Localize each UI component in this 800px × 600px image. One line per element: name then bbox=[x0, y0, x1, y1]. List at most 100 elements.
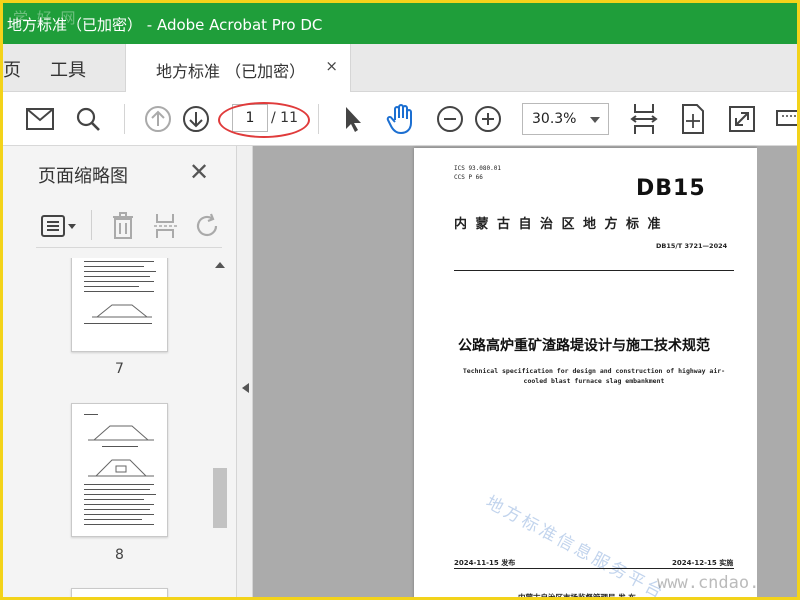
thumbnail-list: 7 8 bbox=[36, 258, 208, 597]
rotate-icon[interactable] bbox=[194, 212, 222, 240]
panel-title: 页面缩略图 bbox=[38, 166, 128, 187]
minus-circle-icon bbox=[437, 106, 463, 132]
panel-collapse-strip[interactable] bbox=[237, 146, 253, 597]
keyboard-icon bbox=[776, 110, 797, 126]
issuing-region: 内蒙古自治区地方标准 bbox=[454, 217, 670, 232]
zoom-select[interactable]: 30.3% bbox=[522, 103, 609, 135]
select-tool-button[interactable] bbox=[335, 102, 369, 136]
tab-tools[interactable]: 工具 bbox=[50, 56, 86, 82]
search-icon bbox=[76, 107, 100, 131]
page-thumbnail[interactable] bbox=[71, 588, 168, 597]
pdf-page: ICS 93.080.01 CCS P 66 DB15 内蒙古自治区地方标准 D… bbox=[414, 148, 757, 600]
previous-page-button[interactable] bbox=[141, 102, 175, 136]
zoom-out-button[interactable] bbox=[433, 102, 467, 136]
title-bar: 学 好 网 地方标准（已加密） - Adobe Acrobat Pro DC bbox=[3, 3, 797, 44]
arrow-down-circle-icon bbox=[183, 106, 209, 132]
panel-close-button[interactable]: ✕ bbox=[189, 158, 209, 186]
thumb-text-line bbox=[84, 291, 154, 292]
hand-tool-button[interactable] bbox=[384, 102, 418, 136]
window-title: 地方标准（已加密） - Adobe Acrobat Pro DC bbox=[7, 16, 323, 34]
thumbnails-panel: 页面缩略图 ✕ 7 8 bbox=[3, 146, 237, 597]
app-window: 学 好 网 地方标准（已加密） - Adobe Acrobat Pro DC 页… bbox=[0, 0, 800, 600]
page-split-icon[interactable] bbox=[153, 212, 179, 240]
page-watermark: 地方标准信息服务平台 bbox=[482, 492, 669, 600]
thumb-text-line bbox=[102, 446, 138, 447]
standard-code: DB15 bbox=[636, 176, 706, 201]
hand-icon bbox=[386, 104, 412, 134]
issuer: 内蒙古自治区市场监督管理局 发 布 bbox=[518, 593, 636, 600]
thumb-text-line bbox=[84, 271, 156, 272]
expand-icon bbox=[729, 106, 755, 132]
thumb-text-line bbox=[84, 524, 154, 525]
toolbar-separator bbox=[124, 104, 125, 134]
implementation-date: 2024-12-15 实施 bbox=[672, 559, 734, 567]
zoom-value: 30.3% bbox=[532, 111, 577, 127]
thumb-text-line bbox=[84, 489, 150, 490]
thumb-text-line bbox=[84, 514, 154, 515]
rotate-view-button[interactable] bbox=[676, 102, 710, 136]
keyboard-button[interactable] bbox=[773, 102, 797, 136]
thumb-text-line bbox=[84, 276, 150, 277]
thumb-text-line bbox=[84, 323, 152, 324]
panel-toolbar bbox=[36, 204, 222, 248]
fit-page-button[interactable] bbox=[627, 102, 661, 136]
thumb-text-line bbox=[84, 509, 150, 510]
page-number-label: 7 bbox=[115, 361, 124, 377]
document-view[interactable]: ICS 93.080.01 CCS P 66 DB15 内蒙古自治区地方标准 D… bbox=[253, 146, 797, 600]
page-number-label: 8 bbox=[115, 547, 124, 563]
tab-home[interactable]: 页 bbox=[3, 56, 21, 82]
release-date: 2024-11-15 发布 bbox=[454, 559, 516, 567]
page-thumbnail[interactable] bbox=[71, 403, 168, 537]
toolbar: 1 / 11 30.3% bbox=[3, 92, 797, 146]
divider-line bbox=[454, 568, 734, 569]
cursor-arrow-icon bbox=[346, 107, 361, 132]
thumb-figure bbox=[88, 425, 154, 441]
scroll-up-icon[interactable] bbox=[215, 262, 225, 268]
document-scroll-area[interactable] bbox=[757, 146, 797, 597]
scrollbar-thumb[interactable] bbox=[213, 468, 227, 528]
divider-line bbox=[454, 270, 734, 271]
chinese-title: 公路高炉重矿渣路堤设计与施工技术规范 bbox=[458, 338, 710, 354]
zoom-in-button[interactable] bbox=[471, 102, 505, 136]
email-button[interactable] bbox=[23, 102, 57, 136]
ccs-code: CCS P 66 bbox=[454, 174, 483, 181]
tab-close-button[interactable]: × bbox=[325, 57, 338, 75]
thumb-text-line bbox=[84, 414, 98, 415]
thumb-text-line bbox=[84, 499, 144, 500]
tab-document[interactable]: 地方标准 （已加密） × bbox=[125, 44, 351, 92]
page-move-icon bbox=[682, 104, 704, 134]
english-title-line: cooled blast furnace slag embankment bbox=[523, 377, 665, 385]
thumb-text-line bbox=[84, 504, 154, 505]
page-thumbnail[interactable] bbox=[71, 258, 168, 352]
thumb-text-line bbox=[84, 519, 142, 520]
thumb-figure bbox=[88, 459, 154, 477]
corner-watermark: www.cndao. bbox=[657, 573, 760, 593]
thumb-text-line bbox=[84, 286, 139, 287]
page-counter-highlight bbox=[218, 102, 310, 138]
thumb-text-line bbox=[84, 261, 154, 262]
fullscreen-button[interactable] bbox=[725, 102, 759, 136]
thumb-text-line bbox=[84, 494, 156, 495]
english-title-line: Technical specification for design and c… bbox=[462, 367, 726, 375]
thumb-text-line bbox=[84, 484, 154, 485]
search-button[interactable] bbox=[71, 102, 105, 136]
tab-bar: 页 工具 地方标准 （已加密） × bbox=[3, 44, 797, 92]
thumbnail-scrollbar[interactable] bbox=[211, 258, 229, 597]
thumb-text-line bbox=[84, 281, 154, 282]
standard-number: DB15/T 3721—2024 bbox=[656, 242, 728, 250]
arrow-up-circle-icon bbox=[145, 106, 171, 132]
envelope-icon bbox=[26, 108, 54, 130]
thumb-text-line bbox=[84, 266, 144, 267]
thumb-figure bbox=[92, 304, 152, 318]
plus-circle-icon bbox=[475, 106, 501, 132]
options-menu-icon[interactable] bbox=[40, 214, 78, 238]
chevron-down-icon bbox=[590, 117, 600, 123]
collapse-left-icon[interactable] bbox=[242, 383, 249, 393]
trash-icon[interactable] bbox=[112, 212, 134, 240]
ics-code: ICS 93.080.01 bbox=[454, 165, 501, 172]
english-title: Technical specification for design and c… bbox=[454, 366, 734, 386]
next-page-button[interactable] bbox=[179, 102, 213, 136]
toolbar-separator bbox=[91, 210, 92, 240]
tab-document-label: 地方标准 （已加密） bbox=[156, 62, 306, 81]
toolbar-separator bbox=[318, 104, 319, 134]
